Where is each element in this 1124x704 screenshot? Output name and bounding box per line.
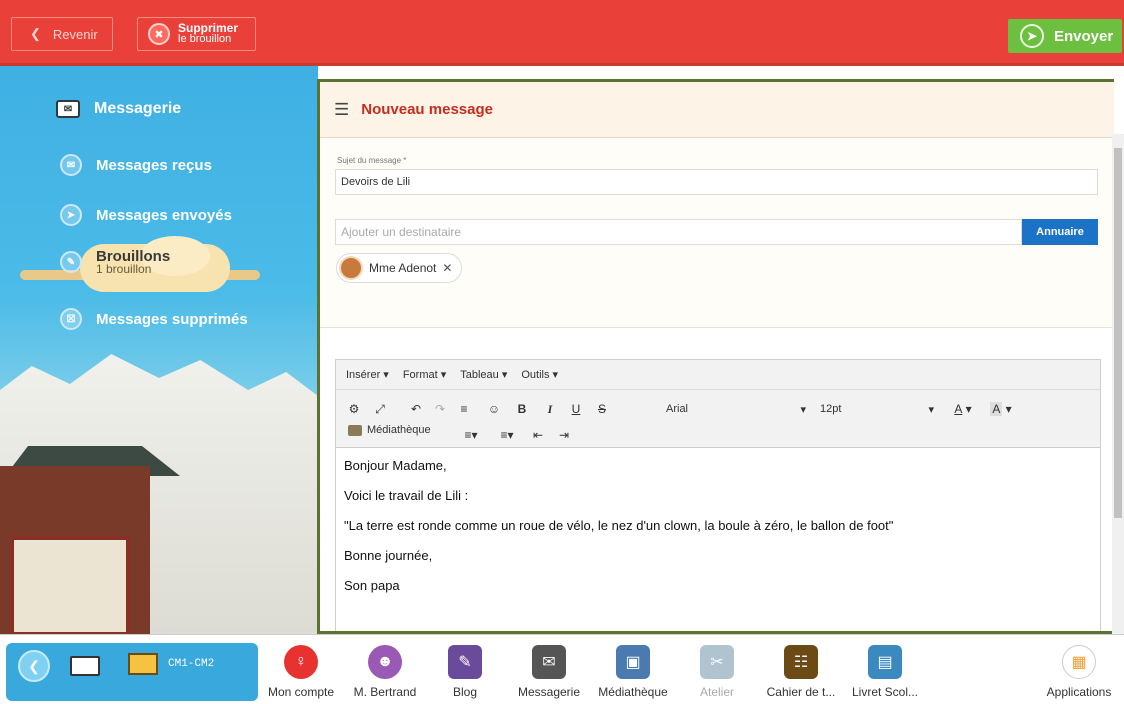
teacher-avatar-icon: ☻ — [368, 645, 402, 679]
media-library-icon: ▣ — [616, 645, 650, 679]
page-title: Nouveau message — [361, 101, 493, 118]
blog-icon: ✎ — [448, 645, 482, 679]
text-color-button[interactable]: A ▾ — [946, 399, 980, 419]
font-size-select[interactable]: 12pt ▾ — [820, 399, 934, 419]
italic-icon[interactable]: I — [542, 399, 558, 419]
editor-toolbar: ⚙ ⤢ ↶ ↷ ≡ ☺ B I U S Arial ▾ 12pt ▾ A ▾ A ▾… — [336, 390, 1100, 448]
temple-wall-illustration — [10, 536, 130, 634]
numbered-list-icon[interactable]: ≡▾ — [492, 425, 522, 445]
editor-content[interactable]: Bonjour Madame, Voici le travail de Lili… — [336, 448, 1100, 610]
subject-label: Sujet du message * — [337, 156, 407, 165]
subject-input[interactable]: Devoirs de Lili — [335, 169, 1098, 195]
send-label: Envoyer — [1054, 27, 1114, 45]
send-icon: ➤ — [1020, 24, 1044, 48]
menu-tableau[interactable]: Tableau ▾ — [460, 368, 507, 381]
menu-inserer[interactable]: Insérer ▾ — [346, 368, 389, 381]
annuaire-button[interactable]: Annuaire — [1022, 219, 1098, 245]
chevron-left-icon: ❮ — [30, 26, 41, 41]
fullscreen-icon[interactable]: ⤢ — [372, 399, 388, 419]
menu-icon[interactable]: ☰ — [334, 100, 349, 120]
envelope-icon: ✉ — [532, 645, 566, 679]
sidebar-item-deleted[interactable]: ☒ Messages supprimés — [60, 308, 248, 330]
delete-label-2: le brouillon — [178, 33, 232, 45]
indent-icon[interactable]: ⇥ — [556, 425, 572, 445]
trash-icon: ☒ — [60, 308, 82, 330]
sidebar-item-drafts[interactable]: ✎ Brouillons 1 brouillon — [60, 248, 170, 276]
envelope-icon: ✉ — [56, 100, 80, 118]
content-line: "La terre est ronde comme un roue de vél… — [344, 518, 894, 533]
editor-menubar: Insérer ▾ Format ▾ Tableau ▾ Outils ▾ — [336, 360, 1100, 390]
app-blog[interactable]: ✎ Blog — [420, 645, 510, 699]
notebook-icon: ☷ — [784, 645, 818, 679]
undo-icon[interactable]: ↶ — [408, 399, 424, 419]
app-atelier[interactable]: ✂ Atelier — [672, 645, 762, 699]
recipient-name: Mme Adenot — [369, 261, 437, 275]
back-label: Revenir — [52, 26, 98, 42]
compose-form: Sujet du message * Devoirs de Lili Ajout… — [320, 138, 1114, 328]
outdent-icon[interactable]: ⇤ — [530, 425, 546, 445]
app-cahier-de-textes[interactable]: ☷ Cahier de t... — [756, 645, 846, 699]
sidebar-background — [0, 66, 318, 634]
drafts-icon: ✎ — [60, 251, 82, 273]
inbox-icon: ✉ — [60, 154, 82, 176]
mediatheque-button[interactable]: Médiathèque — [348, 424, 431, 436]
content-line: Bonjour Madame, — [344, 458, 447, 473]
compose-header: ☰ Nouveau message — [320, 82, 1114, 138]
menu-format[interactable]: Format ▾ — [403, 368, 446, 381]
delete-icon: ✖ — [148, 23, 170, 45]
sidebar-title: ✉ Messagerie — [56, 100, 181, 118]
settings-icon[interactable]: ⚙ — [346, 399, 362, 419]
redo-icon[interactable]: ↷ — [432, 399, 448, 419]
sidebar-item-received[interactable]: ✉ Messages reçus — [60, 154, 212, 176]
mail-icon[interactable] — [70, 656, 100, 676]
grid-icon: ▦ — [1062, 645, 1096, 679]
media-icon — [348, 424, 362, 436]
background-color-button[interactable]: A ▾ — [984, 399, 1018, 419]
class-label[interactable]: CM1-CM2 — [168, 658, 214, 670]
chevron-down-icon: ▾ — [800, 403, 806, 416]
app-m-bertrand[interactable]: ☻ M. Bertrand — [340, 645, 430, 699]
app-livret-scolaire[interactable]: ▤ Livret Scol... — [840, 645, 930, 699]
send-button[interactable]: ➤ Envoyer — [1008, 19, 1122, 53]
scrollbar-thumb[interactable] — [1114, 148, 1122, 518]
app-mediatheque[interactable]: ▣ Médiathèque — [588, 645, 678, 699]
bold-icon[interactable]: B — [514, 399, 530, 419]
emoji-icon[interactable]: ☺ — [486, 399, 502, 419]
dock-back-button[interactable]: ❮ — [18, 650, 50, 682]
bullet-list-icon[interactable]: ≡▾ — [456, 425, 486, 445]
avatar — [339, 256, 363, 280]
rich-text-editor: Insérer ▾ Format ▾ Tableau ▾ Outils ▾ ⚙ … — [335, 359, 1101, 631]
align-icon[interactable]: ≡ — [456, 399, 472, 419]
content-line: Son papa — [344, 578, 400, 593]
sent-icon: ➤ — [60, 204, 82, 226]
app-applications[interactable]: ▦ Applications — [1034, 645, 1124, 699]
content-line: Bonne journée, — [344, 548, 433, 563]
back-button[interactable]: ❮ Revenir — [11, 17, 113, 51]
compose-panel: ☰ Nouveau message Sujet du message * Dev… — [317, 79, 1114, 634]
strikethrough-icon[interactable]: S — [594, 399, 610, 419]
delete-draft-button[interactable]: ✖ Supprimer le brouillon — [137, 17, 256, 51]
bottom-dock: ❮ CM1-CM2 ♀ Mon compte ☻ M. Bertrand ✎ B… — [0, 634, 1124, 704]
content-line: Voici le travail de Lili : — [344, 488, 469, 503]
top-bar: ❮ Revenir ✖ Supprimer le brouillon ➤ Env… — [0, 0, 1124, 66]
app-messagerie[interactable]: ✉ Messagerie — [504, 645, 594, 699]
atelier-icon: ✂ — [700, 645, 734, 679]
recipient-input[interactable]: Ajouter un destinataire — [335, 219, 1022, 245]
remove-recipient-icon[interactable]: ✕ — [442, 261, 452, 275]
app-mon-compte[interactable]: ♀ Mon compte — [256, 645, 346, 699]
report-book-icon: ▤ — [868, 645, 902, 679]
account-icon: ♀ — [284, 645, 318, 679]
font-select[interactable]: Arial ▾ — [666, 399, 806, 419]
chevron-down-icon: ▾ — [928, 403, 934, 416]
recipient-chip: Mme Adenot ✕ — [336, 253, 463, 283]
class-icon — [128, 653, 158, 675]
menu-outils[interactable]: Outils ▾ — [521, 368, 558, 381]
underline-icon[interactable]: U — [568, 399, 584, 419]
sidebar-item-sent[interactable]: ➤ Messages envoyés — [60, 204, 232, 226]
